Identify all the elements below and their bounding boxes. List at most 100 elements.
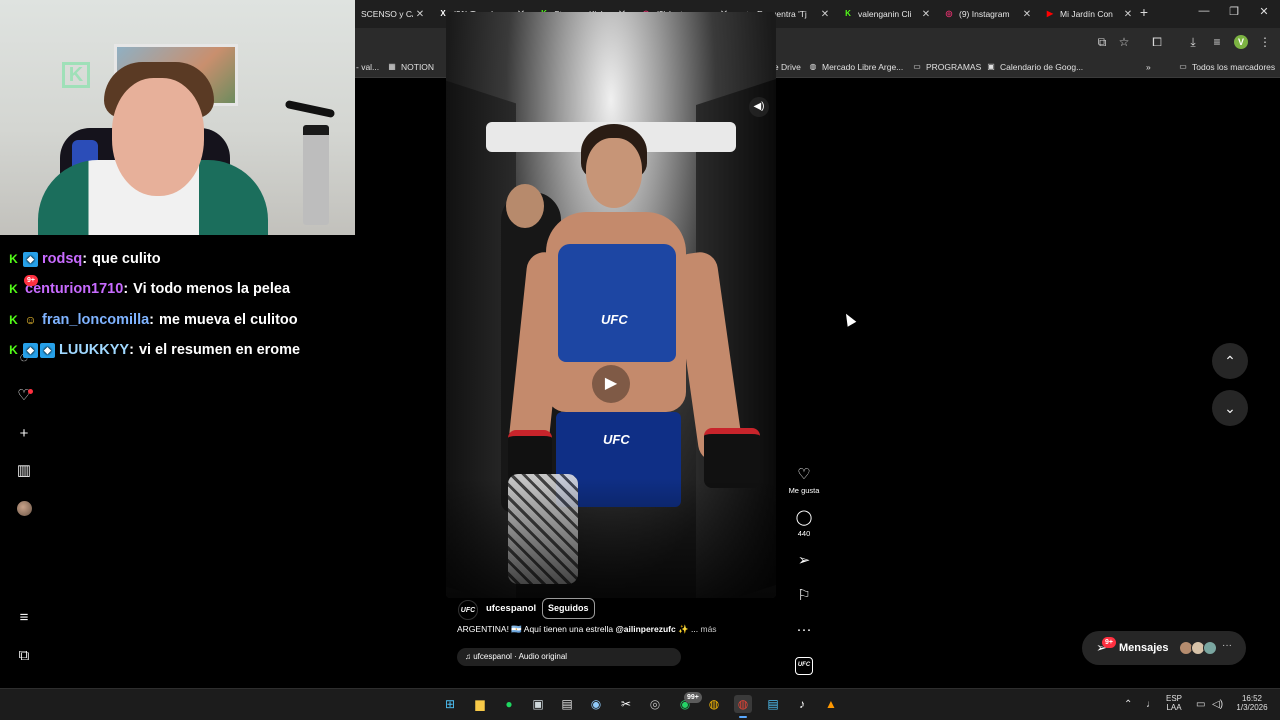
browser-tab[interactable]: SCENSO y CA ✕ <box>355 2 427 26</box>
bookmark-item[interactable]: ▦ NOTION <box>387 61 434 73</box>
subscriber-badge-icon: ◆ <box>23 342 38 358</box>
kick-badge-icon: K <box>9 251 18 266</box>
vlc-icon[interactable]: ▲ <box>822 695 840 713</box>
install-app-icon[interactable]: ⧉ <box>1094 34 1110 50</box>
previous-reel-button[interactable]: ⌃ <box>1212 343 1248 379</box>
tab-favicon-icon: ▶ <box>1046 9 1054 18</box>
clock[interactable]: 16:52 1/3/2026 <box>1232 694 1272 712</box>
downloads-icon[interactable]: ⤓ <box>1185 34 1201 50</box>
heart-icon: ♡ <box>797 466 811 483</box>
reel-caption[interactable]: ARGENTINA! 🇦🇷 Aquí tienen una estrella @… <box>457 624 767 635</box>
chat-username: LUUKKYY <box>59 342 130 358</box>
dashboard-icon[interactable]: ▥ <box>15 462 33 480</box>
play-icon[interactable]: ▶ <box>592 365 630 403</box>
tray-overflow-icon[interactable]: ⌃ <box>1124 699 1132 710</box>
bookmark-favicon-icon: ◍ <box>809 62 817 71</box>
notepad-icon[interactable]: ▤ <box>764 695 782 713</box>
chat-text: que culito <box>92 251 161 267</box>
tiktok-icon[interactable]: ♪ <box>793 695 811 713</box>
spotify-icon[interactable]: ● <box>500 695 518 713</box>
microphone-icon[interactable]: ♩ <box>1146 699 1156 710</box>
chat-separator: : <box>123 281 129 297</box>
browser-menu-icon[interactable]: ⋮ <box>1257 34 1273 50</box>
following-button[interactable]: Seguidos <box>542 598 595 619</box>
bookmark-item[interactable]: ◍ Mercado Libre Arge... <box>808 61 904 73</box>
store-icon[interactable]: ▣ <box>529 695 547 713</box>
chat-separator: : <box>149 312 155 328</box>
obs-icon[interactable]: ◎ <box>646 695 664 713</box>
save-button[interactable]: ⚐ <box>784 587 824 605</box>
more-menu-icon[interactable]: ≡ <box>15 609 33 627</box>
bookmarks-overflow-icon[interactable]: » <box>1146 61 1151 73</box>
bookmark-item[interactable]: ▣ Calendario de Goog... <box>986 61 1083 73</box>
whatsapp-badge: 99+ <box>684 692 702 703</box>
close-tab-icon[interactable]: ✕ <box>1121 9 1135 20</box>
comment-button[interactable]: ◯ 440 <box>784 509 824 538</box>
browser-tab[interactable]: Kvalenganin Cli ✕ <box>837 2 933 26</box>
kick-badge-icon: K <box>9 281 18 296</box>
more-options-button[interactable]: ··· <box>784 621 824 639</box>
bookmark-label: PROGRAMAS <box>926 62 982 72</box>
like-button[interactable]: ♡ Me gusta <box>784 466 824 495</box>
create-plus-icon[interactable]: + <box>15 425 33 443</box>
reel-audio[interactable]: ♫ ufcespanol · Audio original <box>457 648 681 666</box>
bookmark-item[interactable]: ▭ PROGRAMAS <box>912 61 981 73</box>
task-manager-icon[interactable]: ▤ <box>558 695 576 713</box>
steam-icon[interactable]: ◉ <box>587 695 605 713</box>
new-tab-button[interactable]: + <box>1136 4 1152 22</box>
tab-title: valenganin Cli <box>858 9 912 19</box>
reel-author-avatar[interactable]: UFC <box>458 600 478 620</box>
chrome-icon[interactable]: ◍ <box>705 695 723 713</box>
audio-source-thumbnail[interactable]: UFC <box>795 657 813 675</box>
network-icon[interactable]: ▭ <box>1196 699 1205 710</box>
close-tab-icon[interactable]: ✕ <box>1020 9 1034 20</box>
extensions-icon[interactable]: ⧠ <box>1149 34 1165 50</box>
active-app-indicator <box>739 716 747 718</box>
media-control-icon[interactable]: ≡ <box>1209 34 1225 50</box>
windows-start-icon[interactable]: ⊞ <box>441 695 459 713</box>
keyboard-layout: LAA <box>1166 703 1182 712</box>
chrome-active-icon[interactable]: ◍ <box>734 695 752 713</box>
caption-text: ARGENTINA! 🇦🇷 Aquí tienen una estrella <box>457 624 616 634</box>
close-tab-icon[interactable]: ✕ <box>413 9 427 20</box>
chat-message: Kcenturion1710: Vi todo menos la pelea <box>6 278 290 300</box>
file-explorer-icon[interactable]: ▆ <box>471 695 489 713</box>
close-tab-icon[interactable]: ✕ <box>818 9 832 20</box>
clock-date: 1/3/2026 <box>1236 703 1268 712</box>
language-code: ESP <box>1166 694 1183 703</box>
close-tab-icon[interactable]: ✕ <box>919 9 933 20</box>
volume-tray-icon[interactable]: ◁) <box>1212 699 1223 710</box>
close-window-icon[interactable]: ✕ <box>1254 5 1274 18</box>
capcut-icon[interactable]: ✂ <box>617 695 635 713</box>
bookmark-item[interactable]: - val... <box>356 61 379 73</box>
profile-avatar-sidebar[interactable] <box>17 501 32 516</box>
browser-tab[interactable]: ◎ (9) Instagram ✕ <box>938 2 1034 26</box>
also-from-meta-icon[interactable]: ⧉ <box>15 647 33 665</box>
subscriber-badge-icon: ◆ <box>23 251 38 267</box>
messages-button[interactable]: ➢ 9+ Mensajes ··· <box>1082 631 1246 665</box>
bookmark-label: NOTION <box>401 62 435 72</box>
reel-video[interactable]: UFC UFC <box>446 12 776 598</box>
folder-icon: ▭ <box>1179 62 1187 71</box>
all-bookmarks-label: Todos los marcadores <box>1192 62 1276 72</box>
profile-avatar[interactable]: V <box>1234 35 1248 49</box>
streamer-webcam: K <box>0 0 355 235</box>
caption-mention[interactable]: @ailinperezufc <box>615 624 675 634</box>
maximize-icon[interactable]: ❐ <box>1224 5 1244 18</box>
volume-icon[interactable]: ◀) <box>749 97 769 117</box>
messages-label: Mensajes <box>1119 642 1169 654</box>
bookmark-label: Calendario de Goog... <box>1000 62 1084 72</box>
minimize-icon[interactable]: — <box>1194 5 1214 17</box>
next-reel-button[interactable]: ⌄ <box>1212 390 1248 426</box>
comment-icon: ◯ <box>795 509 813 526</box>
bookmark-star-icon[interactable]: ☆ <box>1116 34 1132 50</box>
kick-badge-icon: K <box>9 312 18 327</box>
browser-tab[interactable]: ▶ Mi Jardín Con ✕ <box>1039 2 1135 26</box>
share-button[interactable]: ➢ <box>784 552 824 570</box>
caption-more-link[interactable]: más <box>701 624 717 634</box>
reel-username[interactable]: ufcespanol <box>486 603 536 614</box>
chat-message: K ◆ ◆ LUUKKYY: vi el resumen en erome <box>6 339 300 361</box>
all-bookmarks-folder[interactable]: ▭ Todos los marcadores <box>1178 61 1275 73</box>
more-dots-icon: ··· <box>796 621 812 638</box>
language-indicator[interactable]: ESP LAA <box>1166 694 1182 712</box>
